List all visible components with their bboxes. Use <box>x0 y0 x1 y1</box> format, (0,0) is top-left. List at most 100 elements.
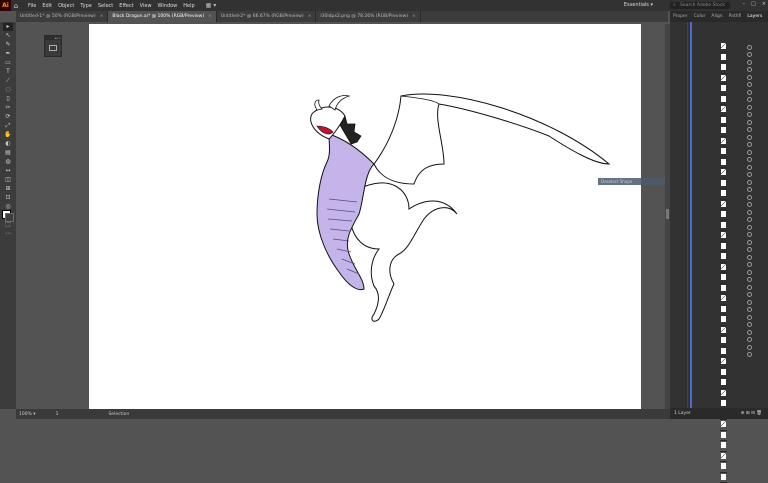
selection-tool-icon[interactable]: ▸ <box>3 23 13 31</box>
layer-row[interactable] <box>720 96 727 106</box>
target-circle-icon[interactable] <box>747 165 752 170</box>
minimize-button[interactable]: – <box>743 1 746 7</box>
layer-row[interactable] <box>720 264 727 274</box>
layer-row[interactable] <box>720 463 727 473</box>
scale-tool-icon[interactable]: ⤢ <box>3 122 13 130</box>
screen-mode-icon[interactable]: ⬚ <box>3 221 13 229</box>
target-circle-icon[interactable] <box>747 315 752 320</box>
menu-window[interactable]: Window <box>155 3 181 9</box>
tab-color[interactable]: Color <box>691 14 709 19</box>
layer-row[interactable] <box>720 159 727 169</box>
layer-row[interactable] <box>720 369 727 379</box>
status-mode[interactable]: Selection <box>108 412 129 417</box>
target-circle-icon[interactable] <box>747 345 752 350</box>
target-circle-icon[interactable] <box>747 75 752 80</box>
target-circle-icon[interactable] <box>747 90 752 95</box>
tab-black-dragon[interactable]: Black Dragon.ai* @ 100% (RGB/Preview) × <box>108 11 217 22</box>
tab-untitled-1[interactable]: Untitled-1* @ 50% (RGB/Preview) × <box>16 11 108 22</box>
line-tool-icon[interactable]: ⟋ <box>3 77 13 85</box>
target-circle-icon[interactable] <box>747 112 752 117</box>
layer-row[interactable] <box>720 232 727 242</box>
layer-row[interactable] <box>720 285 727 295</box>
target-circle-icon[interactable] <box>747 150 752 155</box>
tab-layers[interactable]: Layers <box>744 14 765 19</box>
hand-tool-icon[interactable]: ✋ <box>3 131 13 139</box>
target-circle-icon[interactable] <box>747 120 752 125</box>
eyedropper-tool-icon[interactable]: ◍ <box>3 158 13 166</box>
target-circle-icon[interactable] <box>747 262 752 267</box>
target-circle-icon[interactable] <box>747 157 752 162</box>
shape-builder-tool-icon[interactable]: ◐ <box>3 140 13 148</box>
target-circle-icon[interactable] <box>747 135 752 140</box>
scissors-tool-icon[interactable]: ✂ <box>3 104 13 112</box>
layer-row[interactable] <box>720 358 727 368</box>
layer-row[interactable] <box>720 127 727 137</box>
layer-row[interactable] <box>720 138 727 148</box>
eraser-tool-icon[interactable]: ▯ <box>3 95 13 103</box>
maximize-button[interactable]: □ <box>751 1 756 7</box>
direct-selection-tool-icon[interactable]: ↖ <box>3 32 13 40</box>
floating-panel-header[interactable]: ◂◂ × <box>45 36 61 40</box>
layer-row[interactable] <box>720 421 727 431</box>
layer-row[interactable] <box>720 348 727 358</box>
layer-row[interactable] <box>720 190 727 200</box>
layer-row[interactable] <box>720 106 727 116</box>
layer-row[interactable] <box>720 75 727 85</box>
close-tab-icon[interactable]: × <box>308 14 312 19</box>
curvature-tool-icon[interactable]: ✒ <box>3 50 13 58</box>
target-circle-icon[interactable] <box>747 217 752 222</box>
workspace-switcher[interactable]: Essentials ▾ <box>624 2 653 8</box>
layer-row[interactable] <box>720 390 727 400</box>
layer-row[interactable] <box>720 253 727 263</box>
target-circle-icon[interactable] <box>747 195 752 200</box>
layer-row[interactable] <box>720 148 727 158</box>
tab-align[interactable]: Align <box>708 14 725 19</box>
layer-row[interactable] <box>720 379 727 389</box>
target-circle-icon[interactable] <box>747 270 752 275</box>
target-circle-icon[interactable] <box>747 255 752 260</box>
target-circle-icon[interactable] <box>747 82 752 87</box>
close-window-button[interactable]: × <box>762 1 766 7</box>
layer-row[interactable] <box>720 327 727 337</box>
app-logo[interactable]: Ai <box>0 0 11 11</box>
target-circle-icon[interactable] <box>747 322 752 327</box>
dragon-artwork[interactable] <box>89 24 641 409</box>
menu-help[interactable]: Help <box>180 3 197 9</box>
gradient-tool-icon[interactable]: ▤ <box>3 149 13 157</box>
menu-effect[interactable]: Effect <box>116 3 136 9</box>
close-tab-icon[interactable]: × <box>100 14 104 19</box>
menu-object[interactable]: Object <box>55 3 77 9</box>
layer-row[interactable] <box>720 243 727 253</box>
layer-row[interactable] <box>720 222 727 232</box>
artboard[interactable] <box>89 24 641 409</box>
layer-row[interactable] <box>720 274 727 284</box>
layer-row[interactable] <box>720 453 727 463</box>
type-tool-icon[interactable]: T <box>3 68 13 76</box>
target-circle-icon[interactable] <box>747 330 752 335</box>
layer-row[interactable] <box>720 85 727 95</box>
target-circle-icon[interactable] <box>747 52 752 57</box>
artboard-number[interactable]: 1 <box>56 412 59 417</box>
edit-toolbar-icon[interactable]: ⋯ <box>3 230 13 238</box>
tab-png[interactable]: l30ldpx2.png @ 78.26% (RGB/Preview) × <box>316 11 420 22</box>
target-circle-icon[interactable] <box>747 307 752 312</box>
target-circle-icon[interactable] <box>747 292 752 297</box>
target-circle-icon[interactable] <box>747 210 752 215</box>
tab-pathfinder[interactable]: Pathfi <box>726 14 745 19</box>
target-circle-icon[interactable] <box>747 232 752 237</box>
stroke-swatch[interactable] <box>5 213 14 222</box>
layer-row[interactable] <box>720 169 727 179</box>
arrange-documents-icon[interactable]: ▦ ▾ <box>206 2 217 9</box>
artboard-tool-icon[interactable]: ◫ <box>3 176 13 184</box>
rotate-tool-icon[interactable]: ⟳ <box>3 113 13 121</box>
target-circle-icon[interactable] <box>747 225 752 230</box>
layer-row[interactable] <box>720 117 727 127</box>
scroll-thumb[interactable] <box>666 209 669 219</box>
target-circle-icon[interactable] <box>747 240 752 245</box>
target-circle-icon[interactable] <box>747 300 752 305</box>
artboard-panel-icon[interactable] <box>49 45 57 51</box>
target-circle-icon[interactable] <box>747 127 752 132</box>
target-circle-icon[interactable] <box>747 105 752 110</box>
layer-row[interactable] <box>720 432 727 442</box>
layer-row[interactable] <box>720 474 727 483</box>
